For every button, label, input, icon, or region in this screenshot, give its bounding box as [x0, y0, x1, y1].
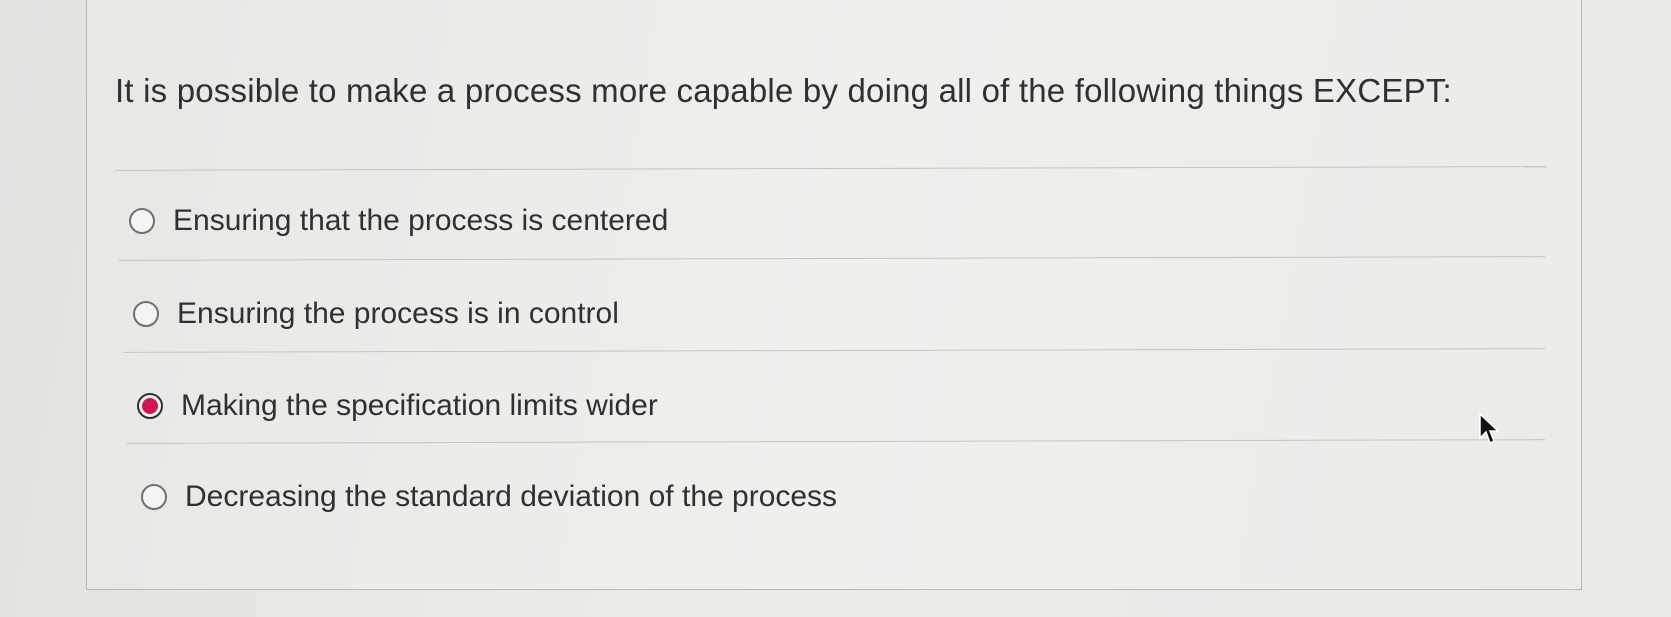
answer-option-2[interactable]: Ensuring the process is in control — [133, 297, 619, 331]
answer-option-3[interactable]: Making the specification limits wider — [137, 389, 658, 423]
page: It is possible to make a process more ca… — [0, 0, 1671, 617]
question-text: It is possible to make a process more ca… — [115, 72, 1452, 109]
radio-button[interactable] — [129, 208, 155, 234]
radio-selected-dot — [142, 398, 158, 414]
answer-option-4[interactable]: Decreasing the standard deviation of the… — [141, 480, 837, 514]
radio-button[interactable] — [133, 301, 159, 327]
divider — [127, 439, 1545, 444]
radio-button-selected[interactable] — [137, 393, 163, 419]
mouse-pointer-icon — [1479, 412, 1500, 445]
radio-button[interactable] — [141, 484, 167, 510]
answer-option-label: Ensuring that the process is centered — [173, 204, 669, 237]
answer-option-label: Decreasing the standard deviation of the… — [185, 480, 838, 513]
divider — [115, 166, 1547, 171]
divider — [119, 256, 1545, 261]
divider — [123, 348, 1545, 353]
answer-option-label: Ensuring the process is in control — [177, 297, 619, 330]
question-card: It is possible to make a process more ca… — [86, 0, 1582, 590]
answer-option-1[interactable]: Ensuring that the process is centered — [129, 204, 668, 238]
answer-option-label: Making the specification limits wider — [181, 389, 658, 422]
